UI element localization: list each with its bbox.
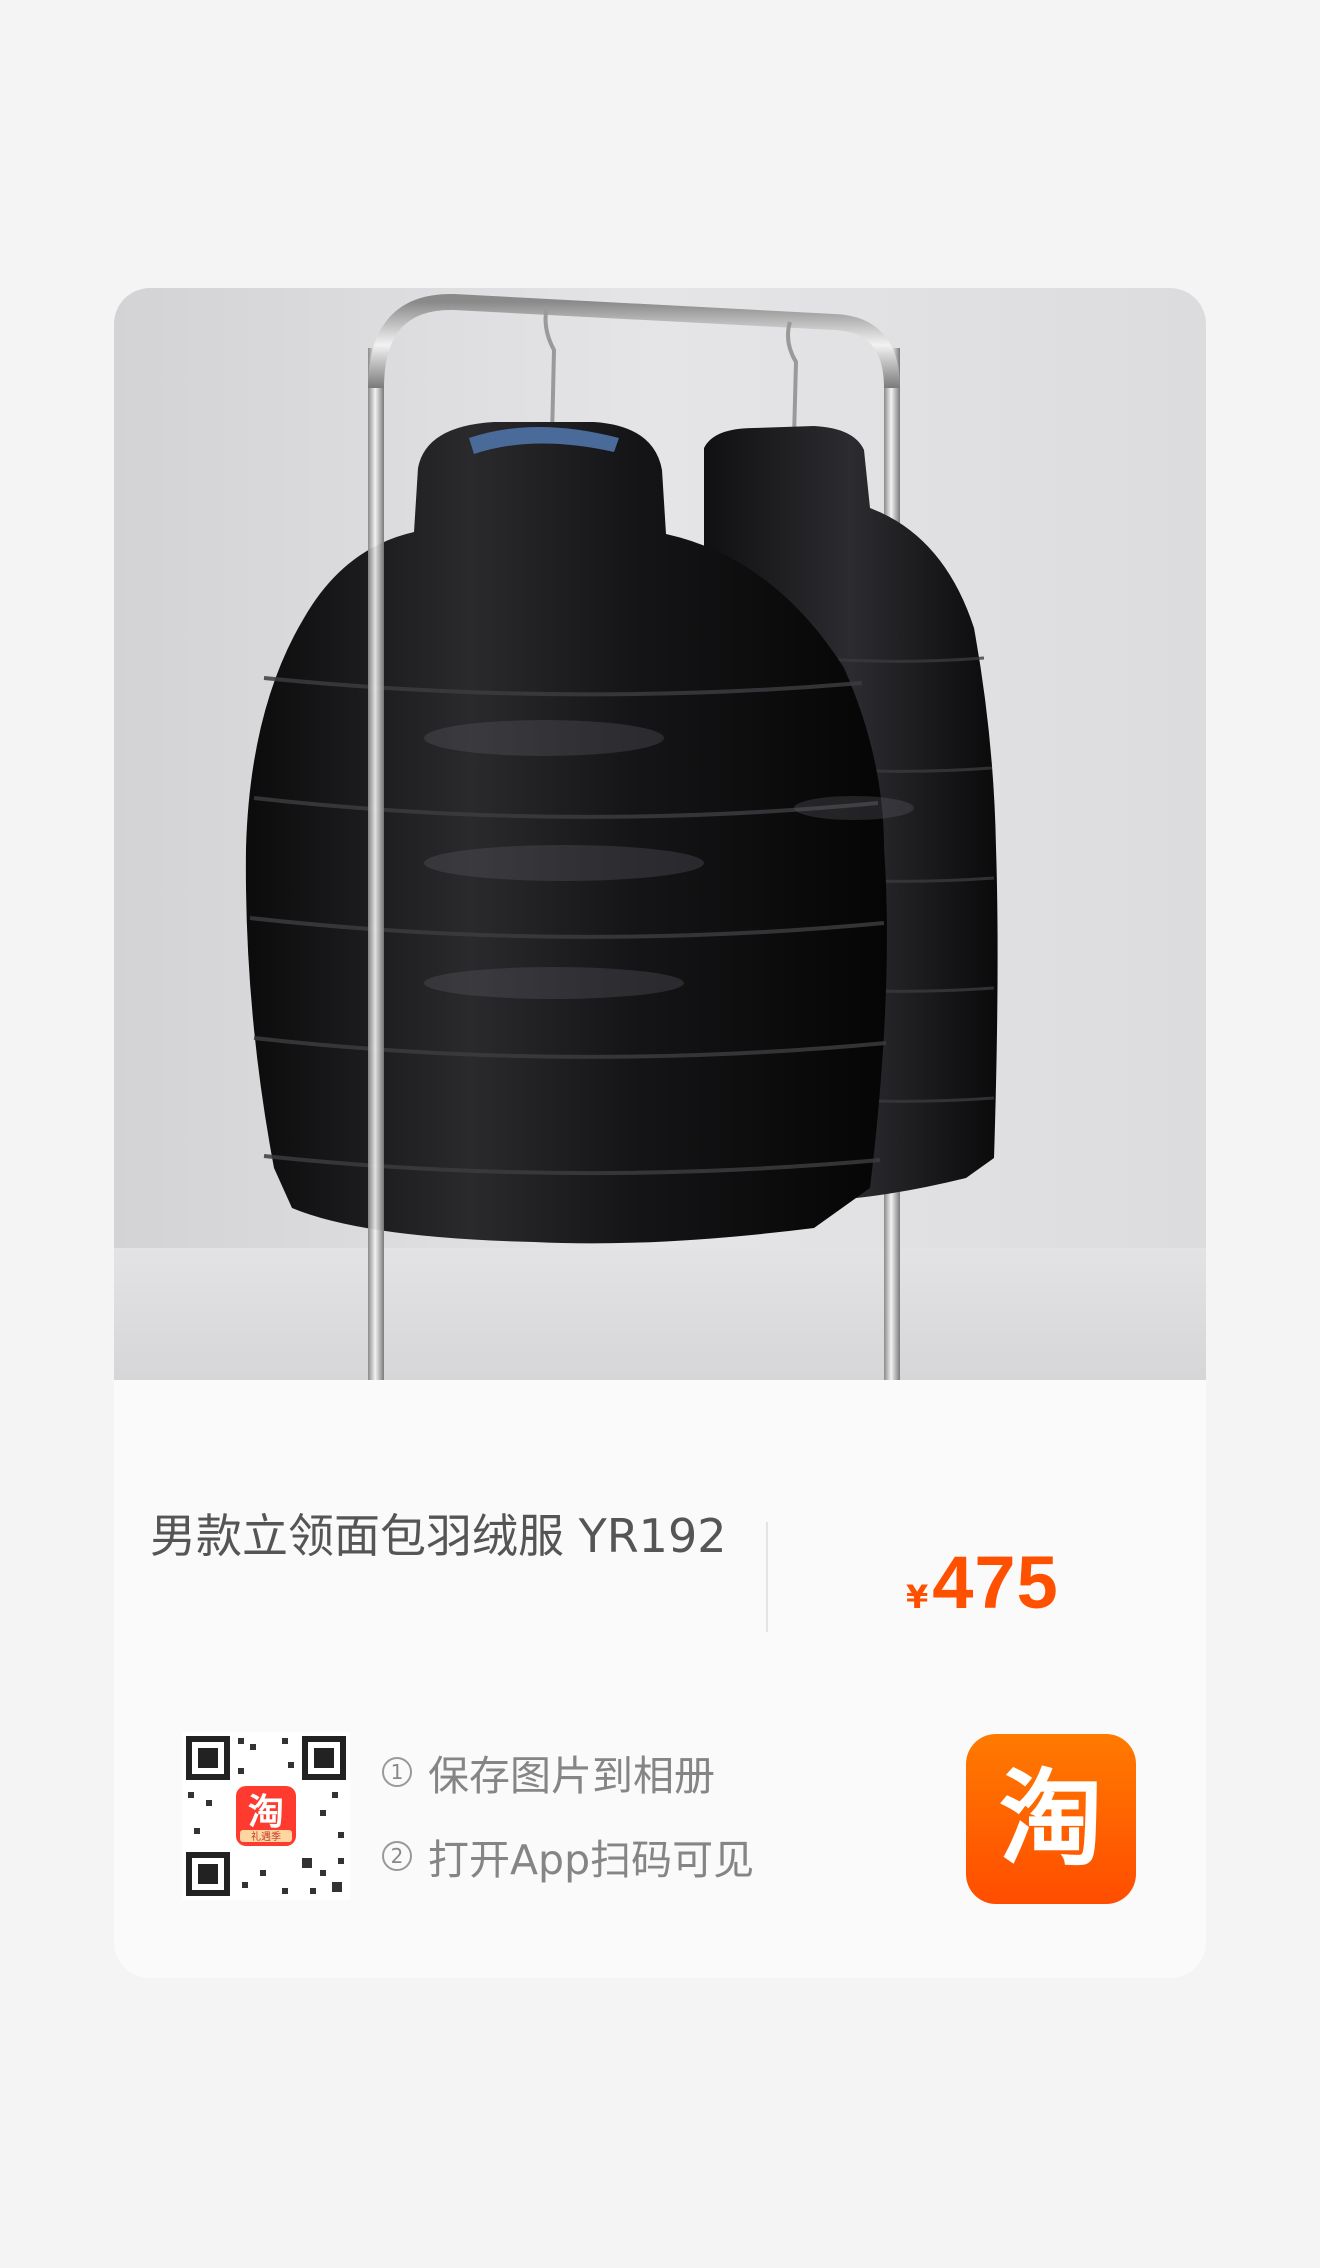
product-title: 男款立领面包羽绒服 YR192 (150, 1509, 727, 1563)
step-label: 保存图片到相册 (428, 1752, 715, 1800)
divider (766, 1522, 768, 1632)
taobao-app-icon[interactable]: 淘 (966, 1734, 1136, 1904)
product-photo (114, 288, 1206, 1380)
step-open-app: 2 打开App扫码可见 (382, 1830, 754, 1884)
step-number-icon: 2 (382, 1841, 412, 1871)
qr-badge-sub: 礼遇季 (251, 1830, 281, 1843)
scan-instructions: 1 保存图片到相册 2 打开App扫码可见 (382, 1746, 754, 1914)
step-save-image: 1 保存图片到相册 (382, 1746, 754, 1800)
product-price: ¥475 (906, 1540, 1059, 1625)
step-label: 打开App扫码可见 (428, 1836, 755, 1884)
price-currency-symbol: ¥ (906, 1578, 929, 1616)
qr-badge-char: 淘 (248, 1792, 284, 1833)
share-card: 男款立领面包羽绒服 YR192 ¥475 淘 礼遇季 1 保存图片到相册 2 打… (114, 288, 1206, 1978)
step-number-icon: 1 (382, 1757, 412, 1787)
taobao-logo-char: 淘 (998, 1758, 1103, 1880)
price-value: 475 (932, 1541, 1059, 1624)
qr-code-icon[interactable]: 淘 礼遇季 (182, 1732, 350, 1900)
